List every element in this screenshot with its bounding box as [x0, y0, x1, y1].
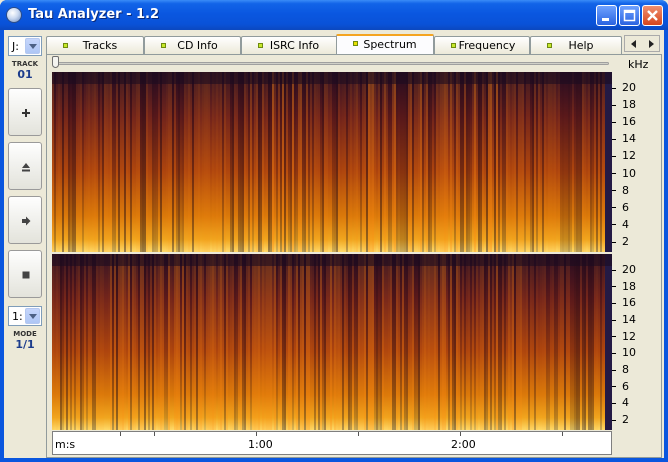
play-icon — [22, 216, 31, 226]
tab-label: Tracks — [82, 39, 118, 52]
frequency-tick-label: 2 — [612, 413, 629, 426]
close-button[interactable] — [642, 5, 663, 26]
time-tick — [120, 432, 121, 436]
chevron-down-icon[interactable] — [25, 38, 40, 54]
time-axis-unit: m:s — [55, 438, 76, 451]
frequency-tick-label: 2 — [612, 235, 629, 248]
mode-select-value: 1: — [12, 310, 23, 323]
tab-label: Help — [568, 39, 594, 52]
window-title: Tau Analyzer - 1.2 — [28, 7, 160, 22]
frequency-tick-label: 12 — [612, 330, 636, 343]
frequency-tick-label: 10 — [612, 167, 636, 180]
eject-icon — [22, 163, 30, 172]
client-area: J: TRACK 01 1: MODE 1/1 Tracks CD Info I… — [4, 30, 664, 458]
left-toolbar: J: TRACK 01 1: MODE 1/1 — [6, 34, 44, 458]
time-tick — [154, 432, 155, 436]
time-axis: m:s 1:00 2:00 — [52, 431, 612, 455]
track-number: 01 — [17, 68, 33, 81]
tab-isrc-info[interactable]: ISRC Info — [241, 36, 338, 54]
maximize-icon — [623, 9, 636, 22]
frequency-tick-label: 18 — [612, 280, 636, 293]
tab-cd-info[interactable]: CD Info — [144, 36, 241, 54]
frequency-tick-label: 14 — [612, 313, 636, 326]
close-icon — [647, 10, 658, 21]
tab-help[interactable]: Help — [530, 36, 622, 54]
frequency-unit-label: kHz — [628, 58, 649, 71]
frequency-tick-label: 20 — [612, 263, 636, 276]
frequency-tick-label: 4 — [612, 218, 629, 231]
tab-frequency[interactable]: Frequency — [434, 36, 530, 54]
stop-icon — [22, 271, 30, 279]
mode-label: MODE — [13, 330, 37, 338]
frequency-axis-top: 20 18 16 14 12 10 8 6 4 2 — [612, 72, 664, 252]
mode-value: 1/1 — [15, 338, 35, 351]
minimize-icon — [602, 18, 609, 21]
tab-scroll[interactable] — [624, 35, 660, 52]
time-tick — [460, 432, 461, 436]
plus-icon — [22, 109, 30, 117]
frequency-tick-label: 20 — [612, 81, 636, 94]
tab-tracks[interactable]: Tracks — [46, 36, 144, 54]
frequency-tick-label: 12 — [612, 149, 636, 162]
frequency-tick-label: 18 — [612, 98, 636, 111]
tab-bar: Tracks CD Info ISRC Info Spectrum Freque… — [46, 34, 622, 55]
frequency-axis-bottom: 20 18 16 14 12 10 8 6 4 2 — [612, 254, 664, 430]
chevron-down-icon[interactable] — [25, 308, 40, 324]
time-tick — [562, 432, 563, 436]
time-label: 1:00 — [248, 438, 273, 451]
scroll-right-icon[interactable] — [649, 40, 654, 48]
track-label: TRACK — [11, 60, 39, 68]
tab-label: CD Info — [177, 39, 218, 52]
drive-select-value: J: — [12, 40, 19, 53]
mode-select[interactable]: 1: — [8, 306, 42, 326]
time-tick — [358, 432, 359, 436]
title-bar[interactable]: Tau Analyzer - 1.2 — [0, 0, 668, 30]
tab-label: Spectrum — [363, 38, 417, 51]
drive-select[interactable]: J: — [8, 36, 42, 56]
tab-label: ISRC Info — [269, 39, 320, 52]
frequency-tick-label: 4 — [612, 396, 629, 409]
play-button[interactable] — [8, 196, 42, 244]
time-tick — [256, 432, 257, 436]
eject-button[interactable] — [8, 142, 42, 190]
position-slider-thumb[interactable] — [52, 56, 59, 68]
spectrogram-left-channel — [52, 72, 612, 252]
scroll-left-icon[interactable] — [631, 40, 636, 48]
frequency-tick-label: 16 — [612, 115, 636, 128]
add-button[interactable] — [8, 88, 42, 136]
maximize-button[interactable] — [619, 5, 640, 26]
app-icon — [6, 7, 22, 23]
frequency-tick-label: 14 — [612, 132, 636, 145]
position-slider-track[interactable] — [54, 62, 609, 65]
frequency-tick-label: 10 — [612, 346, 636, 359]
frequency-tick-label: 16 — [612, 296, 636, 309]
frequency-tick-label: 8 — [612, 363, 629, 376]
minimize-button[interactable] — [596, 5, 617, 26]
tab-spectrum[interactable]: Spectrum — [336, 34, 434, 55]
tab-label: Frequency — [458, 39, 516, 52]
spectrogram-image — [52, 72, 612, 252]
frequency-tick-label: 6 — [612, 380, 629, 393]
stop-button[interactable] — [8, 250, 42, 298]
time-label: 2:00 — [451, 438, 476, 451]
spectrogram-right-channel — [52, 254, 612, 430]
frequency-tick-label: 6 — [612, 201, 629, 214]
spectrogram-image — [52, 254, 612, 430]
frequency-tick-label: 8 — [612, 184, 629, 197]
app-window: Tau Analyzer - 1.2 J: TRACK 01 1: MODE 1… — [0, 0, 668, 462]
